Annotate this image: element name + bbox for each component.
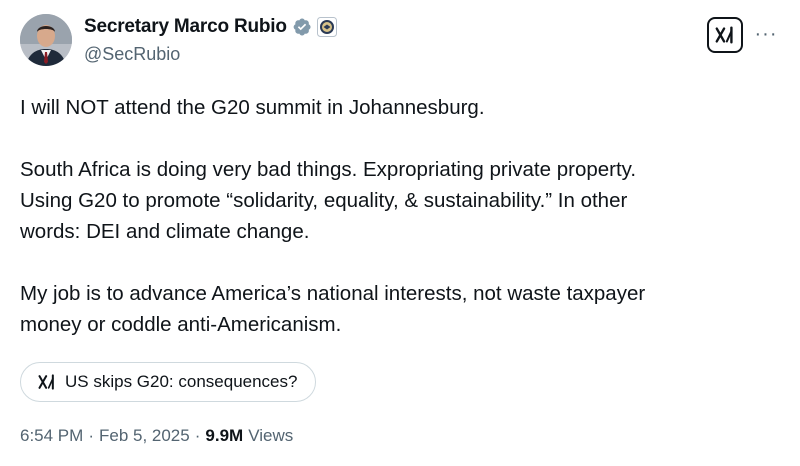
author-handle[interactable]: @SecRubio <box>84 44 180 65</box>
avatar[interactable] <box>20 14 72 66</box>
grok-icon <box>37 372 57 392</box>
tweet-date[interactable]: Feb 5, 2025 <box>99 426 190 446</box>
more-options-button[interactable]: ··· <box>752 20 780 48</box>
tweet-text: I will NOT attend the G20 summit in Joha… <box>20 92 780 340</box>
avatar-image <box>20 14 72 66</box>
author-name-row: Secretary Marco Rubio <box>84 16 337 38</box>
grok-icon <box>715 26 733 44</box>
government-seal-icon[interactable] <box>316 17 337 37</box>
meta-separator: · <box>194 426 201 445</box>
tweet-paragraph-2-line-3: words: DEI and climate change. <box>20 220 310 243</box>
tweet-paragraph-2-line-2: Using G20 to promote “solidarity, equali… <box>20 189 628 212</box>
grok-suggestion-chip[interactable]: US skips G20: consequences? <box>20 362 317 402</box>
tweet-meta: 6:54 PM · Feb 5, 2025 · 9.9M Views <box>20 426 293 446</box>
grok-suggestion-label: US skips G20: consequences? <box>65 372 298 391</box>
grok-button[interactable] <box>707 17 743 53</box>
views-count: 9.9M <box>205 426 244 445</box>
tweet-paragraph-3-line-1: My job is to advance America’s national … <box>20 282 646 305</box>
verified-badge-icon[interactable] <box>292 17 312 37</box>
display-name[interactable]: Secretary Marco Rubio <box>84 16 287 38</box>
tweet-paragraph-1: I will NOT attend the G20 summit in Joha… <box>20 96 485 119</box>
tweet-time[interactable]: 6:54 PM <box>20 426 83 446</box>
meta-separator: · <box>88 426 94 445</box>
tweet-paragraph-2-line-1: South Africa is doing very bad things. E… <box>20 158 637 181</box>
views-label: Views <box>248 426 294 445</box>
tweet-card: Secretary Marco Rubio @SecRubio ··· I wi… <box>0 0 800 466</box>
tweet-paragraph-3-line-2: money or coddle anti-Americanism. <box>20 313 342 336</box>
